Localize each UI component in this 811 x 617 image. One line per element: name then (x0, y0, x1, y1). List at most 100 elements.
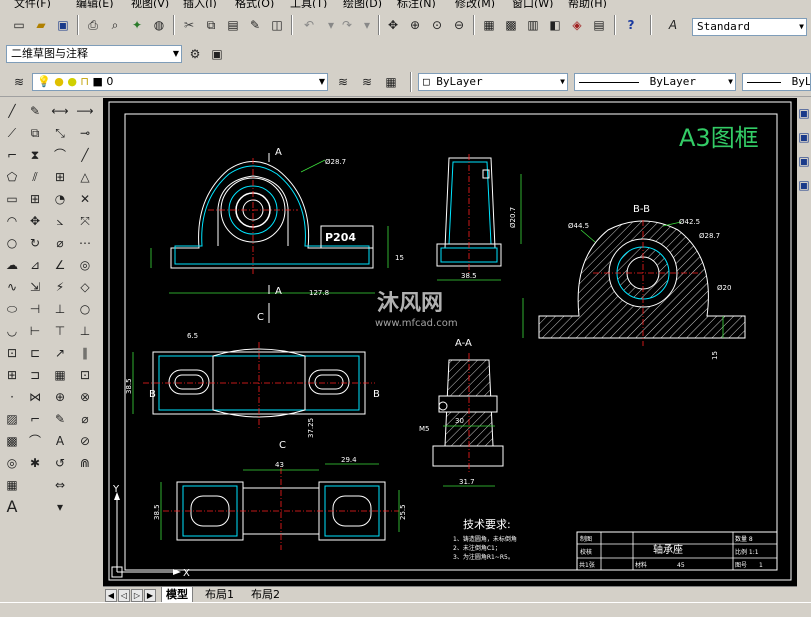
last-tab-icon[interactable]: ▶ (144, 589, 156, 602)
dimension-update-icon[interactable]: ↺ (50, 452, 70, 473)
stretch-icon[interactable]: ⇲ (25, 276, 45, 297)
quick-leader-icon[interactable]: ↗ (50, 342, 70, 363)
continue-icon[interactable]: ⊤ (50, 320, 70, 341)
color-control-select[interactable]: □ ByLayer ▼ (418, 73, 568, 91)
right-tool-1-icon[interactable]: ▣ (797, 104, 811, 122)
menu-window[interactable]: 窗口(W) (512, 0, 553, 8)
layer-states-icon[interactable]: ▦ (382, 73, 400, 91)
snap-extension-icon[interactable]: ⋯ (75, 232, 95, 253)
angular-icon[interactable]: ∠ (50, 254, 70, 275)
snap-center-icon[interactable]: ◎ (75, 254, 95, 275)
dimension-style-icon[interactable]: ⇔ (50, 474, 70, 495)
radius-icon[interactable]: ◔ (50, 188, 70, 209)
snap-from-icon[interactable]: ⊸ (75, 122, 95, 143)
trim-icon[interactable]: ⊣ (25, 298, 45, 319)
table-icon[interactable]: ▦ (2, 474, 22, 495)
zoom-window-icon[interactable]: ⊙ (428, 16, 446, 34)
redo-icon[interactable]: ↷ (338, 16, 356, 34)
menu-edit[interactable]: 编辑(E) (76, 0, 114, 8)
open-file-icon[interactable]: ▰ (32, 16, 50, 34)
offset-icon[interactable]: ⫽ (25, 166, 45, 187)
redo-dropdown-icon[interactable]: ▾ (358, 16, 376, 34)
tolerance-icon[interactable]: ▦ (50, 364, 70, 385)
snap-insert-icon[interactable]: ⊡ (75, 364, 95, 385)
make-block-icon[interactable]: ⊞ (2, 364, 22, 385)
scale-icon[interactable]: ⊿ (25, 254, 45, 275)
linear-dimension-icon[interactable]: ⟷ (50, 100, 70, 121)
region-icon[interactable]: ◎ (2, 452, 22, 473)
zoom-previous-icon[interactable]: ⊖ (450, 16, 468, 34)
dimension-style-control-icon[interactable]: ▾ (50, 496, 70, 517)
tab-layout2[interactable]: 布局2 (247, 587, 284, 602)
cut-icon[interactable]: ✂ (180, 16, 198, 34)
temporary-track-icon[interactable]: ⟶ (75, 100, 95, 121)
snap-apparent-intersection-icon[interactable]: ⤧ (75, 210, 95, 231)
construction-line-icon[interactable]: ⟋ (2, 122, 22, 143)
gradient-icon[interactable]: ▩ (2, 430, 22, 451)
make-current-layer-icon[interactable]: ≋ (334, 73, 352, 91)
new-file-icon[interactable]: ▭ (10, 16, 28, 34)
circle-icon[interactable]: ○ (2, 232, 22, 253)
snap-nearest-icon[interactable]: ⌀ (75, 408, 95, 429)
menu-modify[interactable]: 修改(M) (455, 0, 495, 8)
snap-midpoint-icon[interactable]: △ (75, 166, 95, 187)
explode-icon[interactable]: ✱ (25, 452, 45, 473)
text-style-icon[interactable]: A (664, 16, 682, 34)
snap-perpendicular-icon[interactable]: ⊥ (75, 320, 95, 341)
block-editor-icon[interactable]: ◫ (268, 16, 286, 34)
dimension-text-edit-icon[interactable]: A (50, 430, 70, 451)
chamfer-icon[interactable]: ⌐ (25, 408, 45, 429)
multiline-text-icon[interactable]: A (2, 496, 22, 517)
jogged-icon[interactable]: ⦣ (50, 210, 70, 231)
break-icon[interactable]: ⊐ (25, 364, 45, 385)
workspace-settings-icon[interactable]: ⚙ (186, 45, 204, 63)
menu-format[interactable]: 格式(O) (235, 0, 274, 8)
extend-icon[interactable]: ⊢ (25, 320, 45, 341)
publish-icon[interactable]: ✦ (128, 16, 146, 34)
snap-parallel-icon[interactable]: ∥ (75, 342, 95, 363)
help-icon[interactable]: ? (622, 16, 640, 34)
snap-tangent-icon[interactable]: ○ (75, 298, 95, 319)
markup-icon[interactable]: ◈ (568, 16, 586, 34)
snap-none-icon[interactable]: ⊘ (75, 430, 95, 451)
center-mark-icon[interactable]: ⊕ (50, 386, 70, 407)
right-tool-2-icon[interactable]: ▣ (797, 128, 811, 146)
erase-icon[interactable]: ✎ (25, 100, 45, 121)
ellipse-icon[interactable]: ⬭ (2, 298, 22, 319)
quick-dimension-icon[interactable]: ⚡ (50, 276, 70, 297)
layer-manager-icon[interactable]: ≋ (10, 73, 28, 91)
layer-previous-icon[interactable]: ≋ (358, 73, 376, 91)
first-tab-icon[interactable]: ◀ (105, 589, 117, 602)
right-tool-4-icon[interactable]: ▣ (797, 176, 811, 194)
snap-endpoint-icon[interactable]: ╱ (75, 144, 95, 165)
spline-icon[interactable]: ∿ (2, 276, 22, 297)
menu-draw[interactable]: 绘图(D) (343, 0, 382, 8)
plot-icon[interactable]: ◍ (150, 16, 168, 34)
prev-tab-icon[interactable]: ◁ (118, 589, 130, 602)
polygon-icon[interactable]: ⬠ (2, 166, 22, 187)
workspace-select[interactable]: 二维草图与注释 ▼ (6, 45, 182, 63)
menu-tools[interactable]: 工具(T) (290, 0, 327, 8)
text-style-select[interactable]: Standard ▼ (692, 18, 807, 36)
linetype-control-select[interactable]: ByLayer ▼ (574, 73, 736, 91)
zoom-realtime-icon[interactable]: ⊕ (406, 16, 424, 34)
copy-icon[interactable]: ⧉ (202, 16, 220, 34)
menu-help[interactable]: 帮助(H) (568, 0, 607, 8)
aligned-dimension-icon[interactable]: ⤡ (50, 122, 70, 143)
menu-file[interactable]: 文件(F) (14, 0, 51, 8)
point-icon[interactable]: · (2, 386, 22, 407)
snap-node-icon[interactable]: ⊗ (75, 386, 95, 407)
drawing-canvas[interactable]: A3图框 P204 127.8 15 Ø28.7 A A C 38.5 Ø20.… (103, 98, 797, 586)
insert-block-icon[interactable]: ⊡ (2, 342, 22, 363)
right-tool-3-icon[interactable]: ▣ (797, 152, 811, 170)
snap-settings-icon[interactable]: ⋒ (75, 452, 95, 473)
baseline-icon[interactable]: ⊥ (50, 298, 70, 319)
snap-quadrant-icon[interactable]: ◇ (75, 276, 95, 297)
layer-select[interactable]: 💡 ● ● ⊓ ■ 0 ▼ (32, 73, 328, 91)
arc-length-icon[interactable]: ⌒ (50, 144, 70, 165)
sheet-set-icon[interactable]: ◧ (546, 16, 564, 34)
ellipse-arc-icon[interactable]: ◡ (2, 320, 22, 341)
workspace-save-icon[interactable]: ▣ (208, 45, 226, 63)
tab-model[interactable]: 模型 (161, 587, 193, 603)
diameter-icon[interactable]: ⌀ (50, 232, 70, 253)
